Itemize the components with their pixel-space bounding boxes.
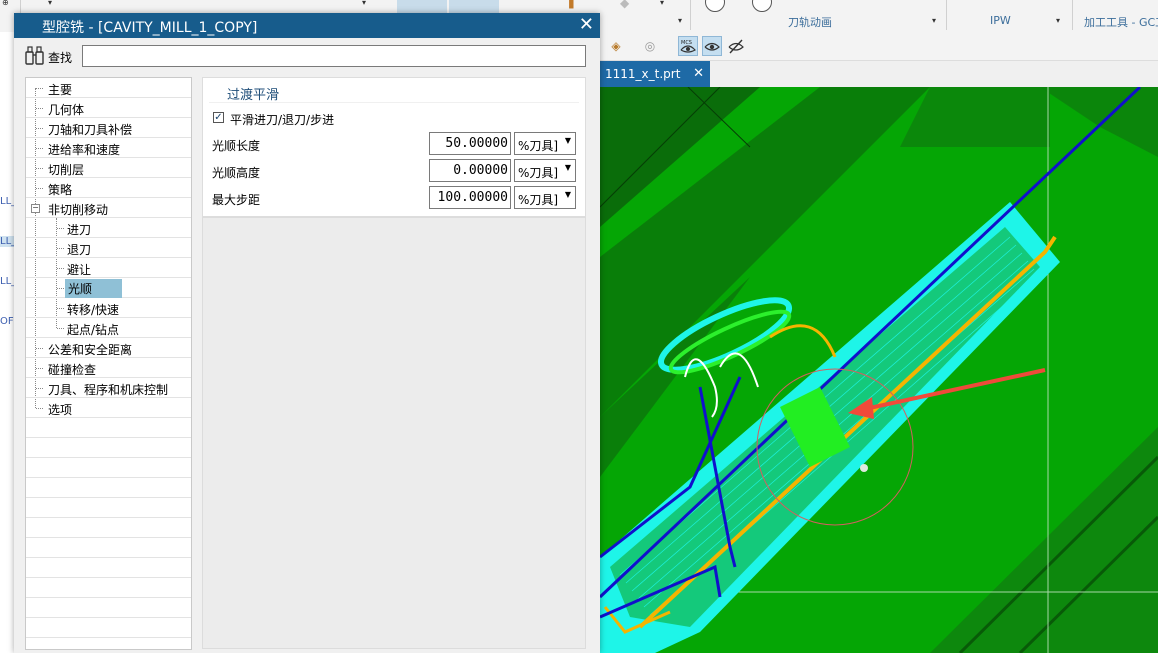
settings-tree: 主要 几何体 刀轴和刀具补偿 进给率和速度 切削层 策略 − 非切削移动 进刀 退… — [25, 77, 192, 650]
chevron-down-icon: ▼ — [564, 163, 571, 172]
ribbon-tile[interactable] — [397, 0, 447, 14]
tree-item-engage[interactable]: 进刀 — [26, 218, 191, 238]
svg-text:MCS: MCS — [681, 40, 692, 46]
cube-icon[interactable]: ◈ — [606, 36, 626, 56]
smooth-length-row: 光顺长度 50.00000 %刀具] ▼ — [203, 132, 587, 156]
strip-text: LL_ — [0, 276, 15, 287]
chevron-down-icon: ▼ — [564, 190, 571, 199]
smooth-checkbox[interactable]: ✓ — [213, 112, 224, 123]
tree-item-main[interactable]: 主要 — [26, 78, 191, 98]
file-tab-bar: 1111_x_t.prt ✕ — [600, 61, 1158, 88]
tree-item-transfer-rapid[interactable]: 转移/快速 — [26, 298, 191, 318]
hide-eye-icon[interactable] — [726, 36, 746, 56]
max-stepover-label: 最大步距 — [212, 193, 261, 207]
panel-title: 过渡平滑 — [227, 88, 280, 103]
smooth-height-label: 光顺高度 — [212, 166, 261, 180]
search-input[interactable] — [82, 45, 586, 67]
ribbon-tool-icon[interactable]: ▮ — [568, 0, 575, 10]
tree-item-avoidance[interactable]: 避让 — [26, 258, 191, 278]
tree-item-smoothing[interactable]: 光顺 — [26, 278, 191, 298]
ribbon-plus-icon[interactable]: ⊕ — [2, 0, 9, 7]
divider — [209, 102, 579, 103]
tree-item-retract[interactable]: 退刀 — [26, 238, 191, 258]
file-tab-label: 1111_x_t.prt — [605, 67, 681, 81]
dialog-title: 型腔铣 - [CAVITY_MILL_1_COPY] — [42, 20, 258, 36]
max-stepover-input[interactable]: 100.00000 — [429, 186, 511, 209]
tree-item-options[interactable]: 选项 — [26, 398, 191, 418]
strip-text: LL_ — [0, 196, 15, 207]
smooth-height-unit-select[interactable]: %刀具] ▼ — [514, 159, 576, 182]
smooth-length-input[interactable]: 50.00000 — [429, 132, 511, 155]
smoothing-panel: 过渡平滑 ✓ 平滑进刀/退刀/步进 光顺长度 50.00000 %刀具] ▼ 光顺… — [202, 77, 586, 217]
tree-item-cut-levels[interactable]: 切削层 — [26, 158, 191, 178]
graphics-viewport[interactable] — [600, 87, 1158, 653]
strip-text: OF — [0, 316, 14, 327]
ribbon-tile[interactable] — [449, 0, 499, 14]
ribbon-dropdown-icon[interactable]: ▾ — [48, 0, 52, 7]
tree-item-strategy[interactable]: 策略 — [26, 178, 191, 198]
ribbon-group-label: 刀轨动画 — [788, 16, 832, 29]
ribbon-dropdown-icon[interactable]: ▾ — [932, 16, 936, 25]
ribbon-shape-icon[interactable]: ◆ — [620, 0, 629, 10]
lens-icon[interactable]: ◎ — [640, 36, 660, 56]
mcs-icon[interactable]: MCS — [678, 36, 698, 56]
part-view — [600, 87, 1158, 653]
smooth-length-label: 光顺长度 — [212, 139, 261, 153]
show-eye-icon[interactable] — [702, 36, 722, 56]
max-stepover-unit-select[interactable]: %刀具] ▼ — [514, 186, 576, 209]
cavity-mill-dialog: 型腔铣 - [CAVITY_MILL_1_COPY] ✕ 查找 主要 几何体 刀… — [14, 13, 600, 653]
ribbon-dropdown-icon[interactable]: ▾ — [678, 16, 682, 25]
play-back-icon[interactable] — [705, 0, 725, 12]
tree-item-tool-axis[interactable]: 刀轴和刀具补偿 — [26, 118, 191, 138]
collapse-icon[interactable]: − — [31, 204, 40, 213]
tree-item-geometry[interactable]: 几何体 — [26, 98, 191, 118]
tree-item-feeds-speeds[interactable]: 进给率和速度 — [26, 138, 191, 158]
tree-item-tolerances[interactable]: 公差和安全距离 — [26, 338, 191, 358]
strip-text: LL_ — [0, 236, 15, 247]
view-toolbar: ◈ ◎ MCS — [600, 32, 1158, 61]
close-tab-icon[interactable]: ✕ — [693, 66, 704, 81]
smooth-checkbox-label: 平滑进刀/退刀/步进 — [230, 113, 335, 127]
ribbon-group-label: IPW — [990, 14, 1011, 27]
panel-empty-area — [202, 217, 586, 649]
close-button[interactable]: ✕ — [579, 14, 594, 35]
smooth-height-input[interactable]: 0.00000 — [429, 159, 511, 182]
smooth-length-unit-select[interactable]: %刀具] ▼ — [514, 132, 576, 155]
ribbon-dropdown-icon[interactable]: ▾ — [362, 0, 366, 7]
ribbon-group-label: 加工工具 - GC工 — [1084, 16, 1158, 29]
tree-item-tool-program-machine[interactable]: 刀具、程序和机床控制 — [26, 378, 191, 398]
max-stepover-row: 最大步距 100.00000 %刀具] ▼ — [203, 186, 587, 210]
tree-item-start-drill-points[interactable]: 起点/钻点 — [26, 318, 191, 338]
navigator-strip: LL_ LL_ LL_ OF — [0, 32, 15, 653]
ribbon-dropdown-icon[interactable]: ▾ — [660, 0, 664, 7]
play-forward-icon[interactable] — [752, 0, 772, 12]
file-tab[interactable]: 1111_x_t.prt ✕ — [600, 61, 710, 87]
tree-item-non-cutting-moves[interactable]: − 非切削移动 — [26, 198, 191, 218]
smooth-height-row: 光顺高度 0.00000 %刀具] ▼ — [203, 159, 587, 183]
dialog-titlebar[interactable]: 型腔铣 - [CAVITY_MILL_1_COPY] ✕ — [14, 13, 600, 38]
ribbon-dropdown-icon[interactable]: ▾ — [1056, 16, 1060, 25]
chevron-down-icon: ▼ — [564, 136, 571, 145]
tree-item-collision-check[interactable]: 碰撞检查 — [26, 358, 191, 378]
binoculars-icon — [25, 46, 44, 65]
search-label: 查找 — [48, 51, 73, 65]
